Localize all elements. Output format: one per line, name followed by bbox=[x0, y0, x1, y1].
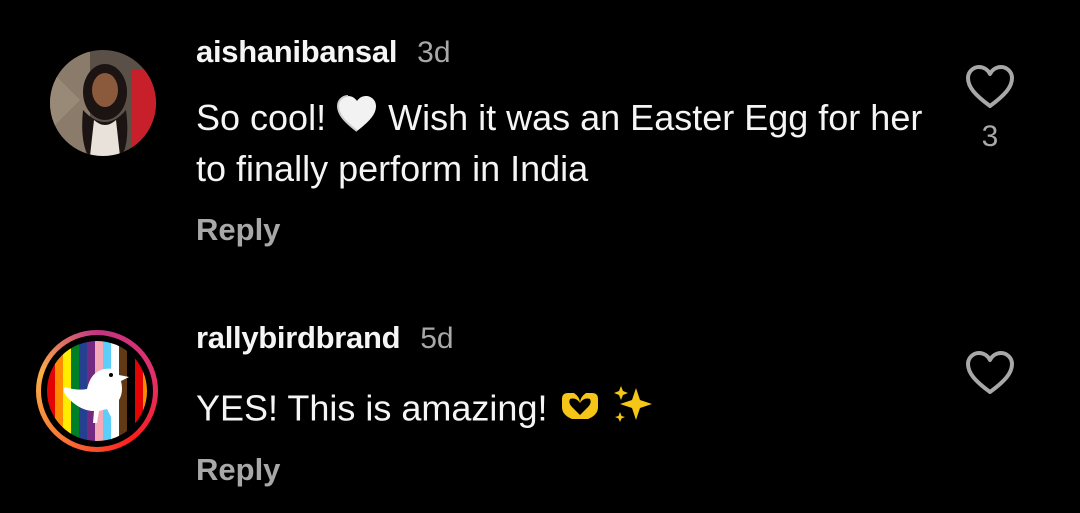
username[interactable]: aishanibansal bbox=[196, 34, 397, 70]
like-button[interactable]: 3 bbox=[960, 64, 1020, 154]
profile-photo bbox=[47, 341, 147, 441]
reply-button[interactable]: Reply bbox=[196, 212, 280, 248]
avatar[interactable] bbox=[36, 330, 158, 452]
comment-text: So cool! Wish it was an Easter Egg for h… bbox=[196, 94, 936, 193]
comment-text: YES! This is amazing! bbox=[196, 384, 936, 438]
timestamp: 5d bbox=[420, 322, 454, 355]
comment-meta: aishanibansal 3d bbox=[196, 34, 451, 70]
username[interactable]: rallybirdbrand bbox=[196, 320, 401, 356]
comment-meta: rallybirdbrand 5d bbox=[196, 320, 454, 356]
comment-item: rallybirdbrand 5d YES! This is amazing! … bbox=[0, 290, 1080, 513]
bird-icon bbox=[63, 368, 129, 423]
comment-text-part: YES! This is amazing! bbox=[196, 387, 548, 429]
heart-outline-icon bbox=[966, 65, 1014, 108]
sparkles-icon bbox=[612, 384, 654, 438]
comment-text-part: So cool! bbox=[196, 97, 327, 138]
reply-button[interactable]: Reply bbox=[196, 452, 280, 488]
comment-item: aishanibansal 3d So cool! Wish it was an… bbox=[0, 0, 1080, 290]
like-count: 3 bbox=[981, 120, 999, 153]
timestamp: 3d bbox=[417, 36, 451, 69]
heart-hands-icon bbox=[558, 387, 602, 435]
like-button[interactable] bbox=[960, 350, 1020, 396]
white-heart-icon bbox=[336, 95, 378, 145]
heart-outline-icon bbox=[966, 351, 1014, 394]
avatar[interactable] bbox=[50, 50, 156, 156]
profile-photo bbox=[50, 50, 156, 156]
